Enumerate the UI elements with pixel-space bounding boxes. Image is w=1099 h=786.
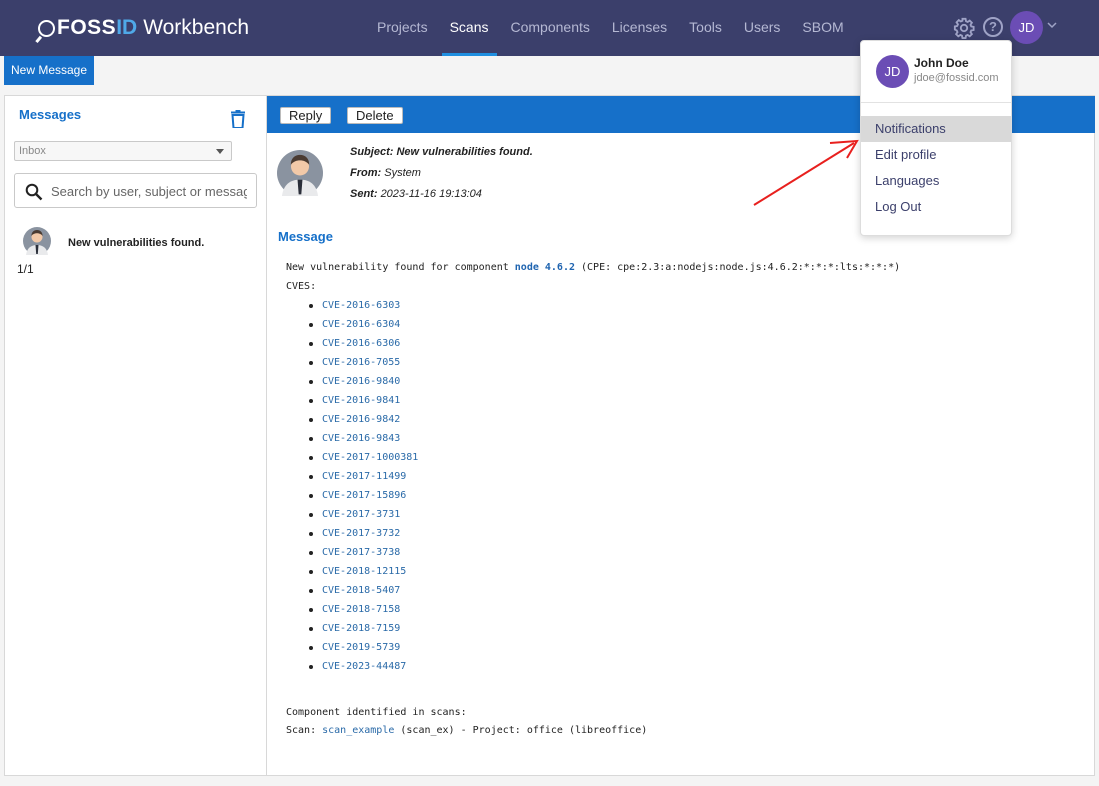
- nav-licenses[interactable]: Licenses: [601, 0, 678, 56]
- menu-item-log-out[interactable]: Log Out: [861, 194, 1011, 220]
- menu-item-edit-profile[interactable]: Edit profile: [861, 142, 1011, 168]
- cve-item: CVE-2023-44487: [308, 657, 1086, 676]
- nav-users[interactable]: Users: [733, 0, 792, 56]
- user-email: jdoe@fossid.com: [914, 72, 999, 84]
- message-from: From: System: [350, 167, 421, 179]
- cve-item: CVE-2017-11499: [308, 467, 1086, 486]
- cve-list: CVE-2016-6303 CVE-2016-6304 CVE-2016-6306 C…: [308, 296, 1086, 676]
- user-avatar-button[interactable]: JD: [1010, 11, 1043, 44]
- identified-label: Component identified in scans:: [286, 707, 467, 718]
- cve-item: CVE-2016-7055: [308, 353, 1086, 372]
- nav-scans[interactable]: Scans: [439, 0, 500, 56]
- chevron-down-icon[interactable]: [1047, 20, 1057, 30]
- cve-link[interactable]: CVE-2016-9842: [322, 414, 400, 425]
- user-name: John Doe: [914, 56, 969, 70]
- cve-link[interactable]: CVE-2023-44487: [322, 661, 406, 672]
- trash-icon[interactable]: [231, 110, 245, 128]
- cve-link[interactable]: CVE-2018-5407: [322, 585, 400, 596]
- cve-link[interactable]: CVE-2017-3732: [322, 528, 400, 539]
- cve-link[interactable]: CVE-2017-15896: [322, 490, 406, 501]
- scan-line: Scan: scan_example (scan_ex) - Project: …: [286, 725, 648, 736]
- cve-link[interactable]: CVE-2016-9840: [322, 376, 400, 387]
- scan-info: Component identified in scans: Scan: sca…: [286, 704, 647, 740]
- cve-item: CVE-2017-3738: [308, 543, 1086, 562]
- search-icon: [25, 183, 43, 201]
- cve-item: CVE-2016-6306: [308, 334, 1086, 353]
- menu-divider: [861, 102, 1011, 103]
- nav-projects[interactable]: Projects: [366, 0, 439, 56]
- search-input[interactable]: [51, 181, 247, 201]
- main-nav: Projects Scans Components Licenses Tools User…: [366, 0, 855, 56]
- caret-down-icon: [216, 149, 224, 154]
- new-message-button[interactable]: New Message: [4, 56, 94, 85]
- cve-link[interactable]: CVE-2016-7055: [322, 357, 400, 368]
- cve-link[interactable]: CVE-2017-3738: [322, 547, 400, 558]
- cve-item: CVE-2016-9841: [308, 391, 1086, 410]
- nav-components[interactable]: Components: [500, 0, 601, 56]
- cve-link[interactable]: CVE-2018-7158: [322, 604, 400, 615]
- cve-item: CVE-2017-15896: [308, 486, 1086, 505]
- delete-button[interactable]: Delete: [347, 107, 403, 124]
- message-subject: Subject: New vulnerabilities found.: [350, 146, 533, 158]
- cves-label: CVES:: [286, 281, 317, 292]
- fossid-logo[interactable]: FOSS ID Workbench: [38, 14, 249, 42]
- message-section-title: Message: [278, 229, 333, 244]
- component-link[interactable]: node 4.6.2: [515, 262, 575, 273]
- vulnerability-intro: New vulnerability found for component no…: [286, 262, 901, 273]
- nav-tools[interactable]: Tools: [678, 0, 733, 56]
- sender-avatar-icon: [277, 150, 323, 196]
- cve-link[interactable]: CVE-2017-1000381: [322, 452, 418, 463]
- magnifier-logo-icon: [38, 19, 55, 37]
- cve-link[interactable]: CVE-2017-3731: [322, 509, 400, 520]
- cve-item: CVE-2019-5739: [308, 638, 1086, 657]
- menu-item-notifications[interactable]: Notifications: [861, 116, 1011, 142]
- message-list-subject: New vulnerabilities found.: [68, 237, 205, 249]
- cve-item: CVE-2017-3732: [308, 524, 1086, 543]
- cve-item: CVE-2016-6303: [308, 296, 1086, 315]
- message-body: New vulnerability found for component no…: [286, 258, 1086, 676]
- cve-item: CVE-2017-1000381: [308, 448, 1086, 467]
- cve-item: CVE-2016-9840: [308, 372, 1086, 391]
- message-list-item[interactable]: New vulnerabilities found.: [19, 227, 259, 259]
- cve-link[interactable]: CVE-2018-7159: [322, 623, 400, 634]
- system-avatar-icon: [23, 227, 51, 255]
- reply-button[interactable]: Reply: [280, 107, 332, 124]
- cve-link[interactable]: CVE-2019-5739: [322, 642, 400, 653]
- cve-item: CVE-2017-3731: [308, 505, 1086, 524]
- cve-link[interactable]: CVE-2016-6306: [322, 338, 400, 349]
- pagination-label: 1/1: [17, 262, 34, 276]
- cve-item: CVE-2018-12115: [308, 562, 1086, 581]
- cve-link[interactable]: CVE-2018-12115: [322, 566, 406, 577]
- cve-link[interactable]: CVE-2017-11499: [322, 471, 406, 482]
- annotation-arrow-icon: [753, 139, 859, 206]
- cve-item: CVE-2016-9842: [308, 410, 1086, 429]
- message-sent: Sent: 2023-11-16 19:13:04: [350, 188, 482, 200]
- folder-select[interactable]: Inbox: [14, 141, 232, 161]
- cve-link[interactable]: CVE-2016-9843: [322, 433, 400, 444]
- cve-item: CVE-2018-5407: [308, 581, 1086, 600]
- help-icon[interactable]: ?: [983, 17, 1003, 37]
- cve-item: CVE-2016-6304: [308, 315, 1086, 334]
- cve-link[interactable]: CVE-2016-6303: [322, 300, 400, 311]
- cve-item: CVE-2018-7158: [308, 600, 1086, 619]
- gear-icon[interactable]: [953, 17, 975, 39]
- cve-item: CVE-2018-7159: [308, 619, 1086, 638]
- user-menu-dropdown: JD John Doe jdoe@fossid.com Notification…: [860, 40, 1012, 236]
- scan-link[interactable]: scan_example: [322, 725, 394, 736]
- message-search: [14, 173, 257, 208]
- menu-item-languages[interactable]: Languages: [861, 168, 1011, 194]
- nav-sbom[interactable]: SBOM: [791, 0, 854, 56]
- cve-link[interactable]: CVE-2016-9841: [322, 395, 400, 406]
- messages-title: Messages: [19, 107, 82, 122]
- cve-link[interactable]: CVE-2016-6304: [322, 319, 400, 330]
- messages-sidebar: Messages Inbox New vulnerabilities found…: [4, 95, 267, 776]
- user-menu-avatar: JD: [876, 55, 909, 88]
- cve-item: CVE-2016-9843: [308, 429, 1086, 448]
